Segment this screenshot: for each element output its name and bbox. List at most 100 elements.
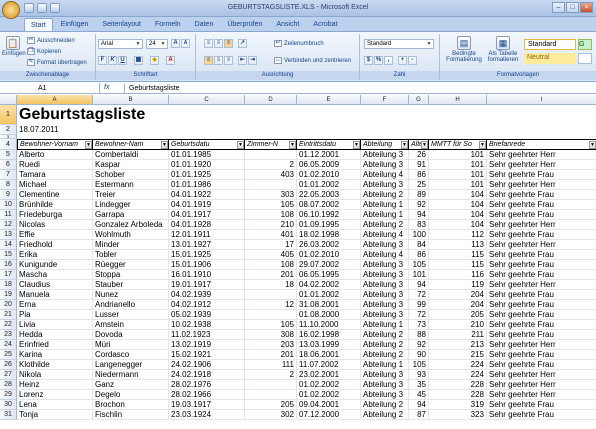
table-cell[interactable]: 23.02.2001 bbox=[297, 370, 361, 380]
table-cell[interactable]: 205 bbox=[245, 400, 297, 410]
table-cell[interactable]: Abteilung 4 bbox=[361, 170, 409, 180]
format-as-table-button[interactable]: ▦ Als Tabelle formatieren bbox=[486, 36, 520, 63]
table-cell[interactable]: Sehr geehrte Frau bbox=[487, 410, 596, 420]
table-cell[interactable]: Erinfried bbox=[17, 340, 93, 350]
table-cell[interactable]: 04.01.1917 bbox=[169, 210, 245, 220]
table-cell[interactable]: 84 bbox=[409, 240, 429, 250]
font-name-select[interactable]: Arial ▼ bbox=[98, 39, 143, 49]
table-cell[interactable]: 113 bbox=[429, 240, 487, 250]
table-cell[interactable]: 104 bbox=[429, 220, 487, 230]
tab-seitenlayout[interactable]: Seitenlayout bbox=[96, 18, 147, 31]
bold-button[interactable]: F bbox=[98, 56, 107, 65]
paste-button[interactable]: 📋 Einfügen bbox=[2, 36, 26, 57]
table-cell[interactable]: 24.02.1906 bbox=[169, 360, 245, 370]
table-cell[interactable]: 06.05.2009 bbox=[297, 160, 361, 170]
table-cell[interactable]: Lorenz bbox=[17, 390, 93, 400]
table-cell[interactable]: 86 bbox=[409, 170, 429, 180]
table-cell[interactable]: Abteilung 3 bbox=[361, 150, 409, 160]
table-cell[interactable]: 12 bbox=[245, 300, 297, 310]
table-cell[interactable]: Sehr geehrte Frau bbox=[487, 330, 596, 340]
table-cell[interactable]: Brochon bbox=[93, 400, 169, 410]
table-cell[interactable]: Sehr geehrte Frau bbox=[487, 360, 596, 370]
tab-acrobat[interactable]: Acrobat bbox=[307, 18, 343, 31]
tab-start[interactable]: Start bbox=[24, 18, 53, 31]
increase-decimal-button[interactable]: + bbox=[398, 56, 407, 65]
row-header[interactable]: 5 bbox=[0, 150, 17, 160]
table-cell[interactable]: 104 bbox=[429, 210, 487, 220]
table-cell[interactable]: 10.02.1938 bbox=[169, 320, 245, 330]
table-cell[interactable]: Kunigunde bbox=[17, 260, 93, 270]
table-cell[interactable]: Clementine bbox=[17, 190, 93, 200]
percent-button[interactable]: % bbox=[374, 56, 383, 65]
table-cell[interactable]: 04.02.1939 bbox=[169, 290, 245, 300]
row-header[interactable]: 20 bbox=[0, 300, 17, 310]
table-cell[interactable]: 203 bbox=[245, 340, 297, 350]
minimize-button[interactable]: – bbox=[552, 2, 565, 13]
increase-indent-button[interactable]: ⇥ bbox=[248, 56, 257, 65]
table-header-cell[interactable]: Eintrittsdatu ▼ bbox=[297, 139, 361, 150]
decrease-decimal-button[interactable]: - bbox=[408, 56, 417, 65]
table-cell[interactable]: Abteilung 3 bbox=[361, 260, 409, 270]
table-cell[interactable]: 01.01.1985 bbox=[169, 150, 245, 160]
style-neutral[interactable]: Neutral bbox=[524, 53, 576, 64]
number-format-select[interactable]: Standard ▼ bbox=[364, 39, 434, 49]
table-cell[interactable]: Sehr geehrter Herr bbox=[487, 150, 596, 160]
table-cell[interactable]: Sehr geehrte Frau bbox=[487, 260, 596, 270]
table-cell[interactable]: 01.02.2010 bbox=[297, 250, 361, 260]
table-cell[interactable]: 94 bbox=[409, 210, 429, 220]
table-cell[interactable]: 15.01.1925 bbox=[169, 250, 245, 260]
table-cell[interactable]: 115 bbox=[429, 250, 487, 260]
row-header[interactable]: 7 bbox=[0, 170, 17, 180]
row-header[interactable]: 12 bbox=[0, 220, 17, 230]
format-painter-button[interactable]: ✎ Format übertragen bbox=[27, 58, 87, 67]
table-cell[interactable]: 101 bbox=[409, 270, 429, 280]
table-cell[interactable]: 01.09.1995 bbox=[297, 220, 361, 230]
table-cell[interactable]: 22.05.2003 bbox=[297, 190, 361, 200]
table-cell[interactable]: Niedermann bbox=[93, 370, 169, 380]
column-header[interactable]: H bbox=[429, 95, 487, 105]
table-header-cell[interactable]: Geburtsdatu ▼ bbox=[169, 139, 245, 150]
table-cell[interactable]: 25 bbox=[409, 180, 429, 190]
table-cell[interactable]: 01.02.2002 bbox=[297, 390, 361, 400]
table-cell[interactable]: Abteilung 2 bbox=[361, 190, 409, 200]
table-cell[interactable]: Friedhold bbox=[17, 240, 93, 250]
row-header[interactable]: 28 bbox=[0, 380, 17, 390]
table-cell[interactable]: Abteilung 3 bbox=[361, 180, 409, 190]
row-header[interactable]: 23 bbox=[0, 330, 17, 340]
table-cell[interactable]: 08.07.2002 bbox=[297, 200, 361, 210]
table-cell[interactable]: 91 bbox=[409, 160, 429, 170]
table-cell[interactable]: Abteilung 4 bbox=[361, 250, 409, 260]
select-all-corner[interactable] bbox=[0, 95, 17, 105]
table-cell[interactable]: 19.03.1917 bbox=[169, 400, 245, 410]
table-cell[interactable]: Dovoda bbox=[93, 330, 169, 340]
column-header[interactable]: F bbox=[361, 95, 409, 105]
table-cell[interactable]: Stauber bbox=[93, 280, 169, 290]
table-header-cell[interactable]: Alte ▼ bbox=[409, 139, 429, 150]
table-cell[interactable]: Abteilung 3 bbox=[361, 300, 409, 310]
row-header[interactable]: 16 bbox=[0, 260, 17, 270]
table-cell[interactable] bbox=[245, 390, 297, 400]
table-cell[interactable]: Abteilung 3 bbox=[361, 390, 409, 400]
table-cell[interactable]: Friedeburga bbox=[17, 210, 93, 220]
table-cell[interactable]: Sehr geehrte Frau bbox=[487, 290, 596, 300]
table-cell[interactable]: 28.02.1976 bbox=[169, 380, 245, 390]
table-cell[interactable] bbox=[245, 180, 297, 190]
table-cell[interactable]: 31.08.2001 bbox=[297, 300, 361, 310]
table-cell[interactable]: 35 bbox=[409, 380, 429, 390]
column-header[interactable]: C bbox=[169, 95, 245, 105]
table-cell[interactable]: 105 bbox=[245, 200, 297, 210]
row-header[interactable]: 25 bbox=[0, 350, 17, 360]
table-cell[interactable]: 99 bbox=[409, 300, 429, 310]
table-cell[interactable]: Abteilung 3 bbox=[361, 240, 409, 250]
filter-dropdown-icon[interactable]: ▼ bbox=[289, 141, 296, 149]
table-cell[interactable]: 06.05.1995 bbox=[297, 270, 361, 280]
table-cell[interactable]: 01.12.2001 bbox=[297, 150, 361, 160]
table-cell[interactable]: Sehr geehrter Herr bbox=[487, 180, 596, 190]
table-cell[interactable]: 105 bbox=[245, 320, 297, 330]
table-cell[interactable]: Abteilung 3 bbox=[361, 280, 409, 290]
table-cell[interactable]: 94 bbox=[409, 400, 429, 410]
table-cell[interactable]: 215 bbox=[429, 350, 487, 360]
align-right-button[interactable]: ≡ bbox=[224, 56, 233, 65]
row-header[interactable]: 9 bbox=[0, 190, 17, 200]
table-cell[interactable]: Sehr geehrte Frau bbox=[487, 170, 596, 180]
